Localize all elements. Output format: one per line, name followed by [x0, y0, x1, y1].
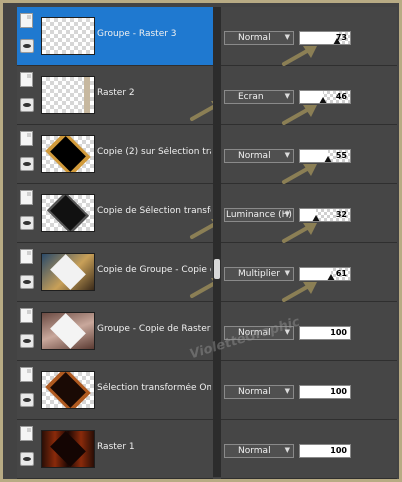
visibility-eye-icon[interactable] [20, 393, 34, 407]
layer-row-icons [19, 190, 37, 238]
layer-row-icons [19, 308, 37, 356]
blend-mode-dropdown[interactable]: Normal ▼ [224, 385, 294, 399]
layer-thumbnail [41, 76, 95, 114]
layer-type-icon[interactable] [20, 426, 33, 441]
layer-list-scrollbar[interactable] [213, 7, 221, 477]
layer-properties-row: Ecran ▼ 46 [221, 66, 397, 125]
layer-type-icon[interactable] [20, 131, 33, 146]
opacity-slider[interactable]: 100 [299, 326, 351, 340]
thumbnail-diamond [50, 254, 86, 290]
opacity-value: 55 [335, 151, 347, 160]
opacity-value: 100 [330, 446, 347, 455]
layer-name[interactable]: Raster 1 [97, 442, 211, 456]
layer-thumbnail [41, 430, 95, 468]
opacity-value: 100 [330, 387, 347, 396]
thumbnail-diamond [50, 431, 86, 467]
layer-thumbnail [41, 194, 95, 232]
layer-name[interactable]: Groupe - Copie de Raster 1 [97, 324, 211, 338]
opacity-value: 46 [335, 92, 347, 101]
layer-thumbnail [41, 135, 95, 173]
pointer-arrow-opacity [282, 46, 317, 66]
layer-thumbnail [41, 253, 95, 291]
layer-row[interactable]: Raster 1 [17, 420, 213, 479]
layer-thumbnail [41, 312, 95, 350]
layer-name[interactable]: Copie (2) sur Sélection trans [97, 147, 211, 161]
pointer-arrow-opacity [282, 105, 317, 125]
layer-row-icons [19, 426, 37, 474]
layers-palette: Groupe - Raster 3 Raster 2 Copie (2) sur S… [0, 0, 402, 482]
layer-type-icon[interactable] [20, 190, 33, 205]
visibility-eye-icon[interactable] [20, 334, 34, 348]
pointer-arrow-opacity [282, 282, 317, 302]
chevron-down-icon: ▼ [284, 92, 290, 100]
blend-mode-label: Ecran [238, 92, 264, 102]
opacity-slider-handle[interactable] [323, 156, 332, 162]
layer-type-icon[interactable] [20, 308, 33, 323]
layer-properties-list: Normal ▼ 73 Ecran ▼ 46 Normal ▼ 55 Luminance (H) ▼… [221, 7, 397, 479]
blend-mode-label: Normal [238, 387, 271, 397]
scrollbar-thumb[interactable] [214, 259, 220, 279]
pointer-arrow-opacity [282, 164, 317, 184]
layer-row[interactable]: Copie de Sélection transform [17, 184, 213, 243]
layer-row[interactable]: Copie (2) sur Sélection trans [17, 125, 213, 184]
opacity-value: 100 [330, 328, 347, 337]
blend-mode-label: Luminance (H) [226, 210, 292, 220]
chevron-down-icon: ▼ [284, 33, 290, 41]
layer-type-icon[interactable] [20, 72, 33, 87]
layer-type-icon[interactable] [20, 249, 33, 264]
blend-mode-label: Multiplier [238, 269, 280, 279]
layer-row-icons [19, 13, 37, 61]
visibility-eye-icon[interactable] [20, 39, 34, 53]
visibility-eye-icon[interactable] [20, 216, 34, 230]
layer-properties-row: Normal ▼ 100 [221, 420, 397, 479]
layer-row-icons [19, 131, 37, 179]
layer-row[interactable]: Groupe - Copie de Raster 1 [17, 302, 213, 361]
visibility-eye-icon[interactable] [20, 452, 34, 466]
layer-properties-row: Normal ▼ 73 [221, 7, 397, 66]
layer-thumbnail [41, 17, 95, 55]
blend-mode-label: Normal [238, 33, 271, 43]
layer-properties-row: Luminance (H) ▼ 32 [221, 184, 397, 243]
layer-list: Groupe - Raster 3 Raster 2 Copie (2) sur S… [17, 7, 225, 479]
blend-mode-label: Normal [238, 151, 271, 161]
opacity-value: 73 [335, 33, 347, 42]
opacity-slider[interactable]: 100 [299, 444, 351, 458]
layer-row[interactable]: Groupe - Raster 3 [17, 7, 213, 66]
layer-name[interactable]: Sélection transformée Omb [97, 383, 211, 397]
opacity-slider-handle[interactable] [326, 274, 335, 280]
chevron-down-icon: ▼ [284, 151, 290, 159]
visibility-eye-icon[interactable] [20, 275, 34, 289]
layer-row[interactable]: Sélection transformée Omb [17, 361, 213, 420]
layer-row[interactable]: Copie de Groupe - Copie de [17, 243, 213, 302]
layer-row[interactable]: Raster 2 [17, 66, 213, 125]
layer-name[interactable]: Groupe - Raster 3 [97, 29, 211, 43]
thumbnail-diamond [50, 195, 86, 231]
chevron-down-icon: ▼ [284, 269, 290, 277]
layer-properties-row: Normal ▼ 100 [221, 361, 397, 420]
layer-row-icons [19, 367, 37, 415]
opacity-slider[interactable]: 100 [299, 385, 351, 399]
thumbnail-diamond [50, 136, 86, 172]
thumbnail-diamond [50, 372, 86, 408]
opacity-value: 32 [335, 210, 347, 219]
chevron-down-icon: ▼ [284, 387, 290, 395]
layer-type-icon[interactable] [20, 367, 33, 382]
visibility-eye-icon[interactable] [20, 157, 34, 171]
layer-thumbnail [41, 371, 95, 409]
opacity-value: 61 [335, 269, 347, 278]
layer-row-icons [19, 249, 37, 297]
chevron-down-icon: ▼ [284, 210, 290, 218]
visibility-eye-icon[interactable] [20, 98, 34, 112]
layer-properties-row: Multiplier ▼ 61 [221, 243, 397, 302]
opacity-slider-handle[interactable] [319, 97, 327, 103]
layer-type-icon[interactable] [20, 13, 33, 28]
blend-mode-label: Normal [238, 446, 271, 456]
thumbnail-diamond [50, 313, 86, 349]
layer-properties-row: Normal ▼ 55 [221, 125, 397, 184]
pointer-arrow-opacity [282, 223, 317, 243]
blend-mode-dropdown[interactable]: Normal ▼ [224, 444, 294, 458]
layer-row-icons [19, 72, 37, 120]
chevron-down-icon: ▼ [284, 446, 290, 454]
